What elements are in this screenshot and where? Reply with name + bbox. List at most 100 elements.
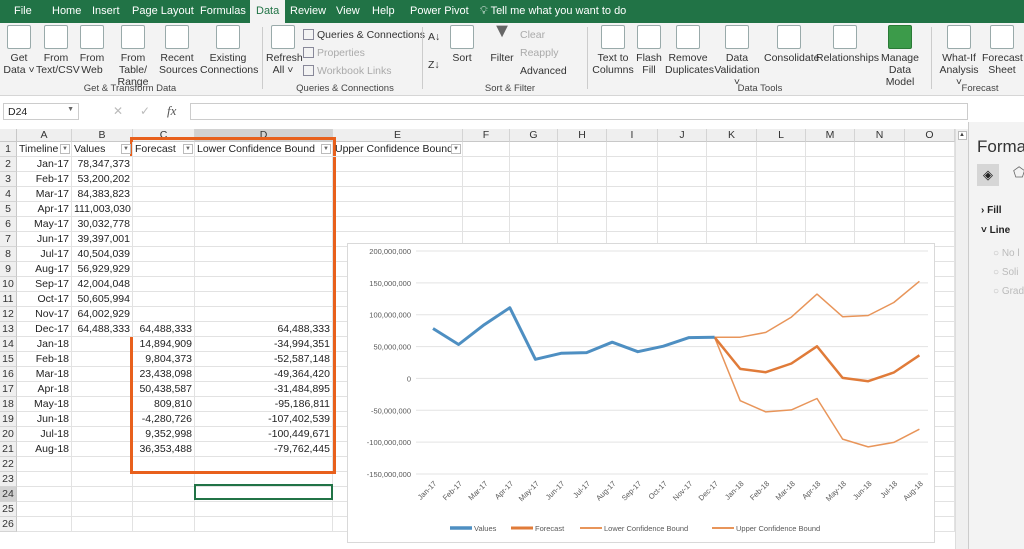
cell[interactable]	[463, 187, 510, 202]
cell[interactable]	[195, 502, 333, 517]
tab-insert[interactable]: Insert	[86, 0, 126, 23]
forecast-cell[interactable]: 50,438,587	[133, 382, 195, 397]
cell[interactable]	[658, 202, 707, 217]
forecast-cell[interactable]: 14,894,909	[133, 337, 195, 352]
cell[interactable]	[607, 217, 658, 232]
effects-icon[interactable]: ⬠	[1013, 164, 1024, 181]
cell[interactable]	[806, 172, 855, 187]
enter-icon[interactable]: ✓	[140, 104, 150, 118]
timeline-cell[interactable]: Aug-18	[17, 442, 72, 457]
cell[interactable]	[806, 217, 855, 232]
values-cell[interactable]: 111,003,030	[72, 202, 133, 217]
values-cell[interactable]: 42,004,048	[72, 277, 133, 292]
remove-duplicates-button[interactable]: Remove Duplicates	[665, 25, 714, 76]
cell[interactable]	[905, 142, 955, 157]
values-cell[interactable]: 53,200,202	[72, 172, 133, 187]
lower-bound-cell[interactable]: -95,186,811	[195, 397, 333, 412]
forecast-cell[interactable]: 9,804,373	[133, 352, 195, 367]
cell[interactable]	[658, 172, 707, 187]
column-header-G[interactable]: G	[510, 129, 558, 142]
relationships-button[interactable]: Relationships	[816, 25, 879, 64]
cell[interactable]	[72, 502, 133, 517]
reapply-button[interactable]: Reapply	[520, 47, 559, 59]
column-header-L[interactable]: L	[757, 129, 806, 142]
timeline-cell[interactable]: Apr-18	[17, 382, 72, 397]
timeline-cell[interactable]: Jan-17	[17, 157, 72, 172]
row-header[interactable]: 16	[0, 367, 17, 382]
row-header[interactable]: 2	[0, 157, 17, 172]
cell[interactable]	[333, 202, 463, 217]
table-header-A[interactable]: Timeline ▼	[17, 142, 72, 157]
cell[interactable]	[658, 217, 707, 232]
timeline-cell[interactable]: Jun-18	[17, 412, 72, 427]
column-header-A[interactable]: A	[17, 129, 72, 142]
cell[interactable]	[133, 487, 195, 502]
tab-formulas[interactable]: Formulas	[194, 0, 252, 23]
timeline-cell[interactable]: Jun-17	[17, 232, 72, 247]
cell[interactable]	[757, 142, 806, 157]
workbook-links-button[interactable]: Workbook Links	[303, 65, 392, 77]
cell[interactable]	[72, 517, 133, 532]
cell[interactable]	[905, 172, 955, 187]
cell[interactable]	[806, 202, 855, 217]
cell[interactable]	[333, 217, 463, 232]
properties-button[interactable]: Properties	[303, 47, 365, 59]
timeline-cell[interactable]: Mar-18	[17, 367, 72, 382]
cell[interactable]	[463, 202, 510, 217]
row-header[interactable]: 6	[0, 217, 17, 232]
cell[interactable]	[133, 517, 195, 532]
cell[interactable]	[707, 187, 757, 202]
cell[interactable]	[905, 202, 955, 217]
values-cell[interactable]: 30,032,778	[72, 217, 133, 232]
cell[interactable]	[510, 202, 558, 217]
cell[interactable]	[17, 457, 72, 472]
forecast-cell[interactable]: 36,353,488	[133, 442, 195, 457]
forecast-cell[interactable]: 9,352,998	[133, 427, 195, 442]
cell[interactable]	[905, 217, 955, 232]
tab-help[interactable]: Help	[366, 0, 401, 23]
timeline-cell[interactable]: May-18	[17, 397, 72, 412]
cell[interactable]	[510, 187, 558, 202]
row-header[interactable]: 10	[0, 277, 17, 292]
row-header[interactable]: 24	[0, 487, 17, 502]
text-to-columns-button[interactable]: Text to Columns	[592, 25, 634, 76]
cell[interactable]	[806, 142, 855, 157]
radio-gradient-line[interactable]: ○ Grad	[993, 286, 1024, 297]
lower-bound-cell[interactable]: -52,587,148	[195, 352, 333, 367]
cell[interactable]	[757, 172, 806, 187]
lower-bound-cell[interactable]: -79,762,445	[195, 442, 333, 457]
cell[interactable]	[757, 187, 806, 202]
forecast-cell[interactable]: 64,488,333	[133, 322, 195, 337]
fill-line-icon[interactable]: ◈	[977, 164, 999, 186]
cell[interactable]	[607, 202, 658, 217]
table-header-B[interactable]: Values ▼	[72, 142, 133, 157]
cell[interactable]	[72, 337, 133, 352]
sort-za-icon[interactable]: Z↓	[428, 59, 440, 71]
tab-page-layout[interactable]: Page Layout	[126, 0, 200, 23]
column-header-O[interactable]: O	[905, 129, 955, 142]
from-table-button[interactable]: From Table/ Range	[107, 25, 159, 88]
row-header[interactable]: 12	[0, 307, 17, 322]
column-header-M[interactable]: M	[806, 129, 855, 142]
row-header[interactable]: 3	[0, 172, 17, 187]
cell[interactable]	[133, 472, 195, 487]
name-box[interactable]: D24 ▼	[3, 103, 79, 120]
advanced-button[interactable]: Advanced	[520, 65, 567, 77]
row-header[interactable]: 7	[0, 232, 17, 247]
tab-file[interactable]: File	[8, 0, 38, 23]
cell[interactable]	[17, 517, 72, 532]
values-cell[interactable]: 64,002,929	[72, 307, 133, 322]
table-header-C[interactable]: Forecast ▼	[133, 142, 195, 157]
tab-view[interactable]: View	[330, 0, 366, 23]
line-section[interactable]: ˅ Line	[981, 225, 1010, 236]
forecast-sheet-button[interactable]: Forecast Sheet	[982, 25, 1023, 76]
radio-no-line[interactable]: ○ No l	[993, 248, 1020, 259]
sort-az-icon[interactable]: A↓	[428, 31, 440, 43]
timeline-cell[interactable]: Dec-17	[17, 322, 72, 337]
row-header[interactable]: 21	[0, 442, 17, 457]
timeline-cell[interactable]: Jul-17	[17, 247, 72, 262]
row-header[interactable]: 20	[0, 427, 17, 442]
cell[interactable]	[72, 412, 133, 427]
cell[interactable]	[707, 157, 757, 172]
cell[interactable]	[72, 457, 133, 472]
